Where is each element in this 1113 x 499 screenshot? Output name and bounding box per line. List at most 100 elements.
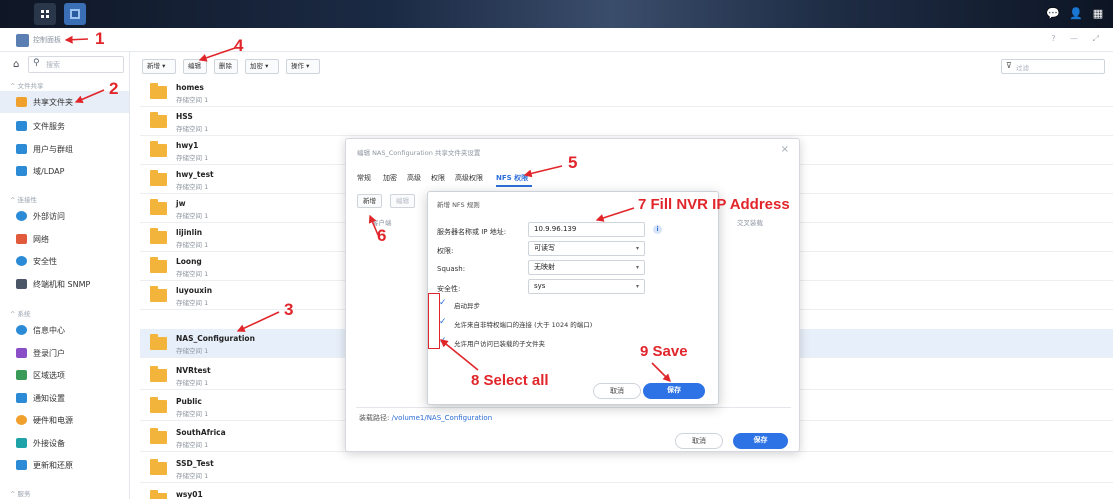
control-panel-taskbar-icon[interactable] xyxy=(64,3,86,25)
home-icon[interactable]: ⌂ xyxy=(13,59,24,70)
folder-icon xyxy=(150,112,167,128)
folder-icon xyxy=(150,228,167,244)
folder-icon xyxy=(150,334,167,350)
sidebar-item-terminal-snmp[interactable]: 终端机和 SNMP xyxy=(0,273,129,295)
edit-cancel-button[interactable]: 取消 xyxy=(675,433,723,449)
nfs-cancel-button[interactable]: 取消 xyxy=(593,383,641,399)
security-label: 安全性: xyxy=(437,285,461,293)
annotation-8: 8 Select all xyxy=(471,372,549,389)
shared-folder-icon xyxy=(16,97,27,107)
folder-icon xyxy=(150,286,167,302)
user-icon[interactable]: 👤 xyxy=(1068,6,1084,22)
nfs-edit-button[interactable]: 编辑 xyxy=(390,194,415,208)
chevron-down-icon: ▾ xyxy=(635,264,639,271)
sidebar-item-network[interactable]: 网络 xyxy=(0,228,129,250)
user-group-icon xyxy=(16,144,27,154)
divider xyxy=(356,407,791,408)
edit-button[interactable]: 编辑 xyxy=(183,59,207,74)
tab-permissions[interactable]: 权限 xyxy=(431,173,445,183)
sidebar-group-services[interactable]: ^ 服务 xyxy=(10,488,31,498)
tab-nfs-permissions[interactable]: NFS 权限 xyxy=(496,173,528,183)
annotation-5: 5 xyxy=(568,153,578,172)
top-taskbar: 💬 👤 ▦ xyxy=(0,0,1113,28)
annotation-3: 3 xyxy=(284,300,294,319)
encryption-button[interactable]: 加密 ▾ xyxy=(245,59,279,74)
external-devices-icon xyxy=(16,438,27,448)
sidebar-search-input[interactable]: ⚲ 搜索 xyxy=(28,56,124,73)
sidebar-item-external-devices[interactable]: 外接设备 xyxy=(0,432,129,454)
folder-row[interactable]: wsy01 xyxy=(140,485,1113,499)
annotation-7: 7 Fill NVR IP Address xyxy=(638,196,790,213)
annotation-1: 1 xyxy=(95,29,105,48)
sidebar-group-system[interactable]: ^ 系统 xyxy=(10,308,31,318)
sidebar-item-info-center[interactable]: 信息中心 xyxy=(0,319,129,341)
nfs-create-button[interactable]: 新增 xyxy=(357,194,382,208)
edit-save-button[interactable]: 保存 xyxy=(733,433,788,449)
privilege-label: 权限: xyxy=(437,247,454,255)
mount-path: 装载路径: /volume1/NAS_Configuration xyxy=(359,414,493,422)
annotation-2: 2 xyxy=(109,79,119,98)
sidebar-item-security[interactable]: 安全性 xyxy=(0,250,129,272)
tab-general[interactable]: 常规 xyxy=(357,173,371,183)
nfs-save-button[interactable]: 保存 xyxy=(643,383,705,399)
window-controls[interactable]: ? — ⤢ xyxy=(1051,34,1105,44)
chat-icon[interactable]: 💬 xyxy=(1045,6,1061,22)
sidebar-item-user-group[interactable]: 用户与群组 xyxy=(0,138,129,160)
main-menu-icon[interactable] xyxy=(34,3,56,25)
folder-icon xyxy=(150,83,167,99)
folder-row[interactable]: homes 存储空间 1 xyxy=(140,78,1113,107)
sidebar-item-notification[interactable]: 通知设置 xyxy=(0,387,129,409)
nonpriv-port-checkbox[interactable]: ✓ xyxy=(439,317,449,327)
update-restore-icon xyxy=(16,460,27,470)
search-icon: ⚲ xyxy=(33,58,40,68)
widgets-icon[interactable]: ▦ xyxy=(1090,6,1106,22)
folder-icon xyxy=(150,459,167,475)
async-checkbox[interactable]: ✓ xyxy=(439,298,449,308)
domain-ldap-icon xyxy=(16,166,27,176)
sidebar-item-login-portal[interactable]: 登录门户 xyxy=(0,342,129,364)
folder-icon xyxy=(150,141,167,157)
folder-icon xyxy=(150,199,167,215)
tab-advanced[interactable]: 高级 xyxy=(407,173,421,183)
info-icon[interactable]: i xyxy=(653,225,662,234)
folder-row[interactable]: SSD_Test 存储空间 1 xyxy=(140,454,1113,483)
folder-icon xyxy=(150,257,167,273)
info-center-icon xyxy=(16,325,27,335)
terminal-icon xyxy=(16,279,27,289)
create-button[interactable]: 新增 ▾ xyxy=(142,59,176,74)
host-ip-input[interactable]: 10.9.96.139 xyxy=(528,222,645,237)
sidebar-group-file-sharing[interactable]: ^ 文件共享 xyxy=(10,80,44,90)
sidebar-item-update-restore[interactable]: 更新和还原 xyxy=(0,454,129,476)
subfolder-checkbox[interactable]: ✓ xyxy=(439,336,449,346)
sidebar-item-regional-options[interactable]: 区域选项 xyxy=(0,364,129,386)
privilege-select[interactable]: 可读写 ▾ xyxy=(528,241,645,256)
sidebar-item-hardware-power[interactable]: 硬件和电源 xyxy=(0,409,129,431)
close-icon[interactable]: × xyxy=(781,144,789,155)
filter-icon: ⊽ xyxy=(1006,61,1012,70)
filter-input[interactable]: ⊽ 过滤 xyxy=(1001,59,1105,74)
external-access-icon xyxy=(16,211,27,221)
tab-encryption[interactable]: 加密 xyxy=(383,173,397,183)
sidebar-item-file-services[interactable]: 文件服务 xyxy=(0,115,129,137)
security-select[interactable]: sys ▾ xyxy=(528,279,645,294)
edit-dialog-title: 编辑 NAS_Configuration 共享文件夹设置 xyxy=(357,149,481,157)
annotation-6: 6 xyxy=(377,226,387,245)
sidebar-search-placeholder: 搜索 xyxy=(46,61,60,69)
sidebar-group-connectivity[interactable]: ^ 连接性 xyxy=(10,194,37,204)
window-title-bar: 控制面板 ? — ⤢ xyxy=(0,28,1113,52)
action-button[interactable]: 操作 ▾ xyxy=(286,59,320,74)
annotation-9: 9 Save xyxy=(640,343,688,360)
tab-advanced-permissions[interactable]: 高级权限 xyxy=(455,173,483,183)
security-icon xyxy=(16,256,27,266)
folder-icon xyxy=(150,397,167,413)
sidebar-item-external-access[interactable]: 外部访问 xyxy=(0,205,129,227)
sidebar-item-domain-ldap[interactable]: 域/LDAP xyxy=(0,160,129,182)
network-icon xyxy=(16,234,27,244)
delete-button[interactable]: 删除 xyxy=(214,59,238,74)
select-all-highlight-box xyxy=(428,293,440,349)
folder-icon xyxy=(150,170,167,186)
squash-select[interactable]: 无映射 ▾ xyxy=(528,260,645,275)
folder-row[interactable]: HSS 存储空间 1 xyxy=(140,107,1113,136)
window-title: 控制面板 xyxy=(33,36,61,44)
filter-placeholder: 过滤 xyxy=(1016,64,1029,72)
